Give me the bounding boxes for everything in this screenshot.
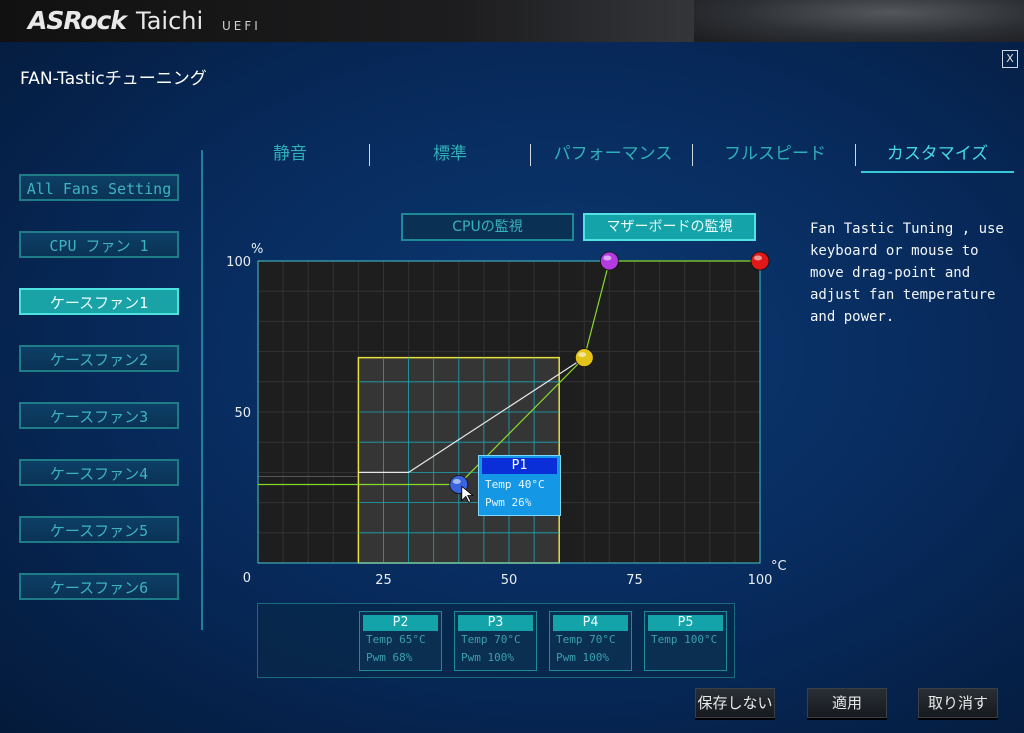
no-save-button[interactable]: 保存しない (695, 688, 775, 718)
sidebar-item-all-fans[interactable]: All Fans Setting (19, 174, 179, 201)
sidebar-item-case-fan-5[interactable]: ケースファン5 (19, 516, 179, 543)
tab-standard[interactable]: 標準 (380, 141, 520, 171)
p1-pwm: Pwm 26% (485, 496, 532, 509)
cancel-button[interactable]: 取り消す (918, 688, 998, 718)
point-card-p4[interactable]: P4 Temp 70°C Pwm 100% (549, 611, 632, 671)
point-p1-tooltip: P1 Temp 40°C Pwm 26% (478, 455, 561, 516)
sidebar-item-case-fan-2[interactable]: ケースファン2 (19, 345, 179, 372)
p4-pwm: Pwm 100% (556, 651, 609, 664)
point-card-p5[interactable]: P5 Temp 100°C (644, 611, 727, 671)
p3-pwm: Pwm 100% (461, 651, 514, 664)
tab-customize[interactable]: カスタマイズ (861, 141, 1014, 173)
help-text: Fan Tastic Tuning , use keyboard or mous… (810, 221, 1013, 325)
tab-separator (692, 144, 693, 166)
tab-full-speed[interactable]: フルスピード (700, 141, 850, 171)
brand-model: Taichi (136, 7, 204, 35)
p5-temp: Temp 100°C (651, 633, 718, 646)
y-axis-label: % (251, 242, 263, 257)
close-button[interactable]: X (1002, 50, 1018, 68)
curve-point-shine (754, 255, 762, 261)
curve-point-shine (578, 352, 587, 358)
tab-silent[interactable]: 静音 (220, 141, 360, 171)
points-panel: P2 Temp 65°C Pwm 68% P3 Temp 70°C Pwm 10… (257, 603, 735, 678)
p5-title: P5 (648, 615, 723, 631)
tab-separator (530, 144, 531, 166)
x-tick-label: 25 (375, 573, 392, 586)
p2-pwm: Pwm 68% (366, 651, 413, 664)
x-tick-label: 75 (626, 573, 643, 586)
p4-temp: Temp 70°C (556, 633, 616, 646)
curve-point-p4[interactable] (750, 251, 770, 271)
y-tick-label: 0 (243, 571, 251, 586)
brand-logo: ASRock (28, 6, 127, 35)
x-tick-label: 50 (501, 573, 518, 586)
p2-temp: Temp 65°C (366, 633, 426, 646)
sidebar-item-case-fan-4[interactable]: ケースファン4 (19, 459, 179, 486)
header-decoration (694, 0, 1024, 42)
sidebar-item-case-fan-1[interactable]: ケースファン1 (19, 288, 179, 315)
p3-title: P3 (458, 615, 533, 631)
y-tick-label: 100 (226, 255, 251, 270)
point-card-p2[interactable]: P2 Temp 65°C Pwm 68% (359, 611, 442, 671)
sidebar-item-case-fan-3[interactable]: ケースファン3 (19, 402, 179, 429)
p1-temp: Temp 40°C (485, 478, 545, 491)
curve-point-shine (452, 478, 461, 484)
page-title: FAN-Tasticチューニング (20, 69, 207, 89)
x-axis-label: °C (771, 559, 787, 574)
p1-title: P1 (482, 458, 557, 474)
sidebar-item-cpu-fan-1[interactable]: CPU ファン 1 (19, 231, 179, 258)
curve-point-p3[interactable] (599, 251, 619, 271)
fan-curve-chart[interactable]: 25 50 75 100 0 50 100 % °C (220, 236, 800, 586)
top-bar: ASRock Taichi UEFI (0, 0, 1024, 42)
curve-point-p2[interactable] (574, 348, 594, 368)
point-card-p3[interactable]: P3 Temp 70°C Pwm 100% (454, 611, 537, 671)
p4-title: P4 (553, 615, 628, 631)
apply-button[interactable]: 適用 (807, 688, 887, 718)
tab-separator (369, 144, 370, 166)
sidebar-divider (201, 150, 203, 630)
p2-title: P2 (363, 615, 438, 631)
sidebar-item-case-fan-6[interactable]: ケースファン6 (19, 573, 179, 600)
x-tick-label: 100 (748, 573, 773, 586)
tab-performance[interactable]: パフォーマンス (540, 141, 686, 171)
curve-point-shine (603, 255, 612, 261)
brand-uefi: UEFI (222, 19, 261, 33)
p3-temp: Temp 70°C (461, 633, 521, 646)
tab-separator (855, 144, 856, 166)
y-tick-label: 50 (234, 406, 251, 421)
